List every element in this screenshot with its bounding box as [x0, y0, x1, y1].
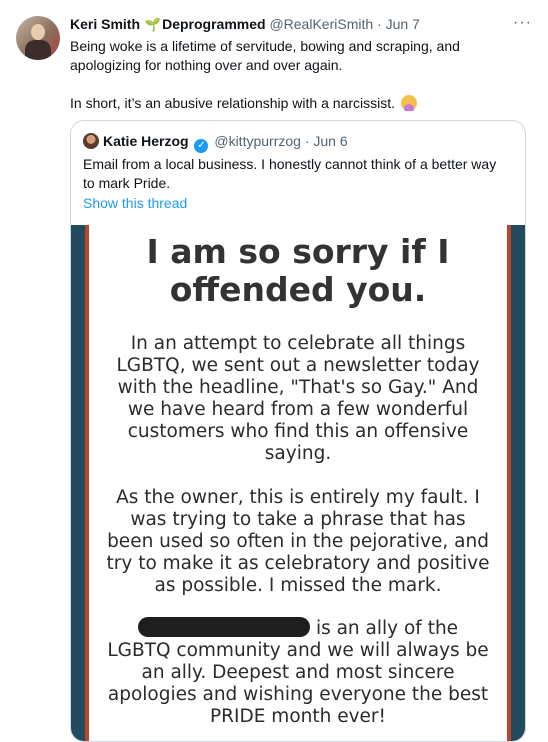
quote-header: Katie Herzog ✓ @kittypurrzog · Jun 6	[83, 133, 348, 153]
redacted-business-name	[137, 617, 310, 637]
image-right-stripe	[511, 225, 525, 741]
image-title: I am so sorry if I offended you.	[146, 232, 450, 309]
quote-date[interactable]: Jun 6	[313, 133, 347, 149]
tweet-header: Keri Smith 🌱Deprogrammed @RealKeriSmith …	[70, 16, 420, 33]
person-facepalming-icon	[400, 95, 417, 111]
avatar-body	[25, 40, 51, 60]
author-name[interactable]: Keri Smith	[70, 16, 140, 32]
image-paragraph-1: In an attempt to celebrate all things LG…	[116, 333, 480, 464]
tweet-text-line1: Being woke is a lifetime of servitude, b…	[70, 38, 460, 73]
verified-badge-icon: ✓	[194, 139, 209, 153]
image-content: I am so sorry if I offended you. In an a…	[89, 225, 507, 741]
quote-separator-dot: ·	[304, 133, 310, 149]
avatar-face	[31, 24, 45, 40]
image-paragraph-3: is an ally of the LGBTQ community and we…	[105, 617, 491, 728]
quoted-tweet[interactable]: Katie Herzog ✓ @kittypurrzog · Jun 6 Ema…	[70, 120, 526, 742]
quote-author-handle[interactable]: @kittypurrzog	[214, 133, 301, 149]
show-thread-link[interactable]: Show this thread	[83, 195, 187, 211]
author-handle[interactable]: @RealKeriSmith	[269, 16, 373, 32]
separator-dot: ·	[377, 16, 382, 32]
author-avatar[interactable]	[16, 16, 60, 60]
image-left-stripe	[71, 225, 85, 741]
tweet-text-line2: In short, it’s an abusive relationship w…	[70, 95, 396, 111]
tweet[interactable]: Keri Smith 🌱Deprogrammed @RealKeriSmith …	[0, 0, 548, 742]
quote-text: Email from a local business. I honestly …	[83, 156, 497, 191]
quote-image[interactable]: I am so sorry if I offended you. In an a…	[71, 225, 525, 741]
sprout-icon: 🌱	[144, 17, 162, 32]
tweet-text: Being woke is a lifetime of servitude, b…	[70, 37, 532, 113]
tweet-date[interactable]: Jun 7	[386, 16, 420, 32]
more-options-icon[interactable]: ···	[513, 14, 532, 32]
image-paragraph-2: As the owner, this is entirely my fault.…	[106, 487, 490, 596]
author-label[interactable]: Deprogrammed	[162, 16, 265, 32]
quote-author-name[interactable]: Katie Herzog	[103, 133, 189, 149]
quote-author-avatar[interactable]	[83, 133, 99, 149]
